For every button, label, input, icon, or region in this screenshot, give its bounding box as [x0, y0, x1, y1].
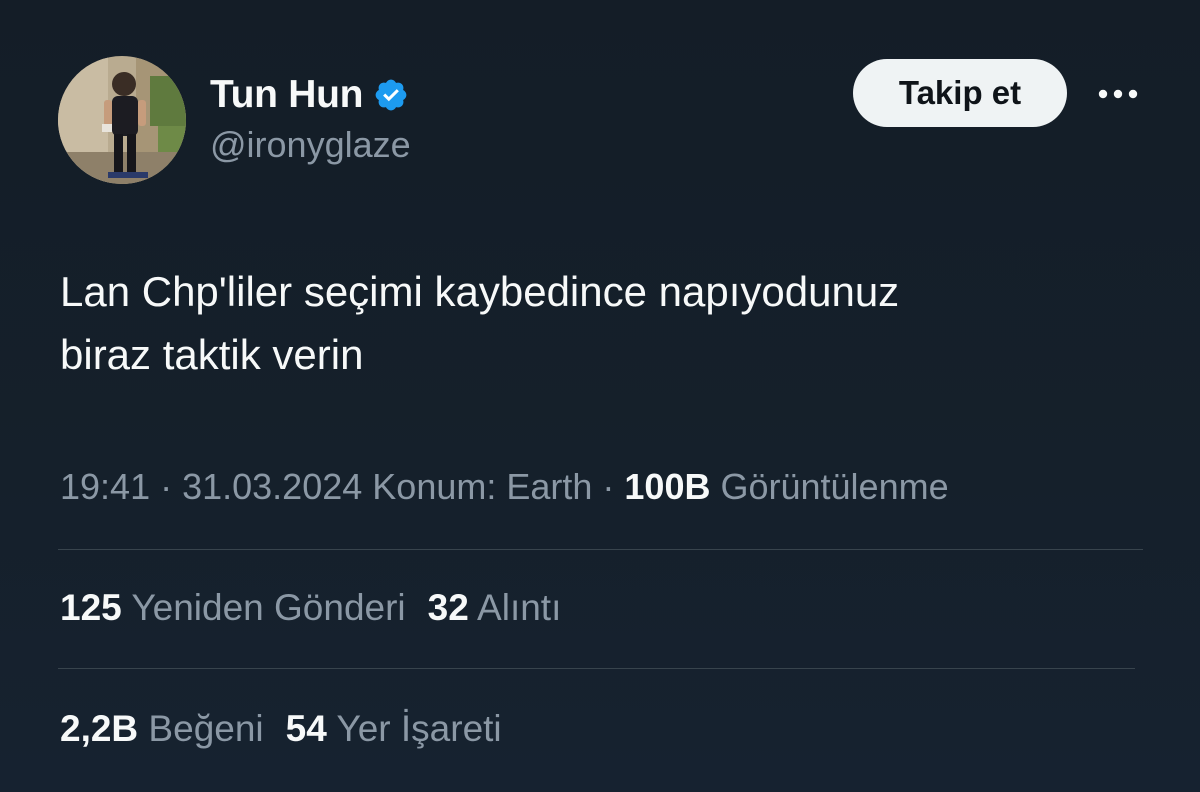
likes-count: 2,2B	[60, 708, 139, 749]
reposts-count: 125	[60, 587, 122, 628]
likes-stat[interactable]: 2,2B Beğeni	[60, 708, 264, 749]
tweet-text: Lan Chp'liler seçimi kaybedince napıyodu…	[60, 268, 900, 378]
likes-label: Beğeni	[138, 708, 264, 749]
verified-badge-icon	[373, 77, 409, 113]
scrollbar[interactable]	[1185, 0, 1200, 792]
repost-stats-row: 125 Yeniden Gönderi 32 Alıntı	[60, 587, 561, 629]
reposts-stat[interactable]: 125 Yeniden Gönderi	[60, 587, 406, 628]
tweet-meta: 19:41 · 31.03.2024 Konum: Earth · 100B G…	[60, 466, 949, 508]
meta-separator: ·	[150, 466, 183, 507]
avatar-photo	[58, 56, 186, 184]
more-horizontal-icon[interactable]	[1090, 74, 1146, 114]
bookmarks-count: 54	[285, 708, 327, 749]
follow-button[interactable]: Takip et	[853, 59, 1067, 127]
author-name-row: Tun Hun	[210, 70, 409, 120]
divider	[58, 549, 1143, 550]
quotes-count: 32	[427, 587, 469, 628]
views-count: 100B	[624, 466, 711, 507]
like-stats-row: 2,2B Beğeni 54 Yer İşareti	[60, 708, 502, 750]
tweet-time[interactable]: 19:41	[60, 466, 150, 507]
quotes-label: Alıntı	[468, 587, 562, 628]
tweet-date[interactable]: 31.03.2024	[182, 466, 362, 507]
author-display-name[interactable]: Tun Hun	[210, 73, 363, 117]
avatar[interactable]	[58, 56, 186, 184]
tweet-location: Konum: Earth	[362, 466, 593, 507]
reposts-label: Yeniden Gönderi	[121, 587, 406, 628]
bookmarks-stat[interactable]: 54 Yer İşareti	[286, 708, 502, 749]
meta-separator: ·	[592, 466, 625, 507]
views-label: Görüntülenme	[710, 466, 949, 507]
divider	[58, 668, 1135, 669]
bookmarks-label: Yer İşareti	[326, 708, 502, 749]
author-handle[interactable]: @ironyglaze	[210, 124, 411, 166]
quotes-stat[interactable]: 32 Alıntı	[428, 587, 562, 628]
